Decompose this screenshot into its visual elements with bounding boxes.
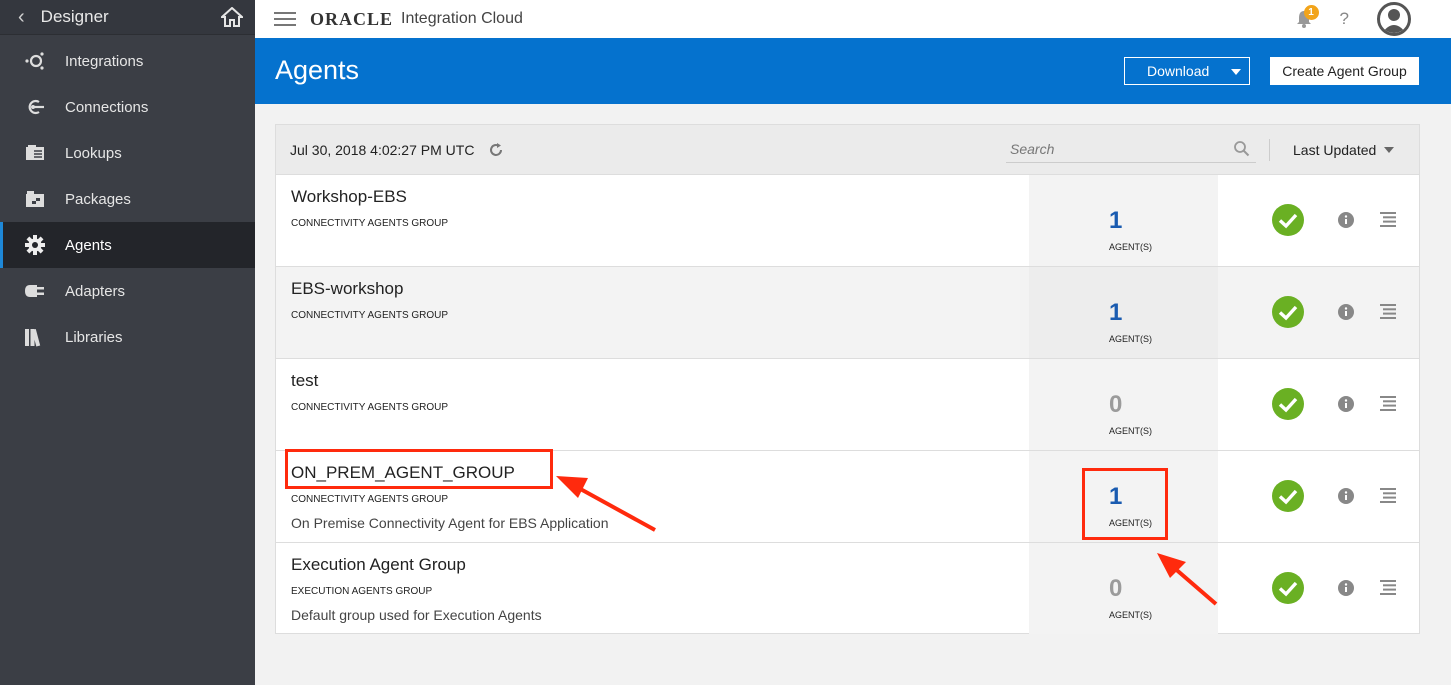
integrations-icon [24, 50, 46, 72]
lookups-icon [24, 142, 46, 164]
list-toolbar: Jul 30, 2018 4:02:27 PM UTC Last Updated [276, 125, 1419, 175]
agent-count-label: AGENT(S) [1109, 610, 1153, 620]
sort-dropdown[interactable]: Last Updated [1293, 142, 1395, 158]
chevron-down-icon [1384, 147, 1395, 153]
status-ok-icon [1272, 388, 1304, 420]
agent-count-cell: 0 AGENT(S) [1029, 359, 1218, 450]
connections-icon [24, 96, 46, 118]
agent-group-type: CONNECTIVITY AGENTS GROUP [291, 310, 449, 321]
sidebar-item-packages[interactable]: Packages [0, 176, 255, 222]
agent-count[interactable]: 1 [1109, 299, 1122, 327]
search-field [1006, 137, 1256, 163]
actions-menu-icon[interactable] [1380, 304, 1396, 319]
search-icon[interactable] [1233, 140, 1250, 157]
agent-group-name[interactable]: Execution Agent Group [291, 555, 466, 575]
actions-menu-icon[interactable] [1380, 488, 1396, 503]
hamburger-menu-icon[interactable] [274, 8, 296, 30]
sidebar-item-connections[interactable]: Connections [0, 84, 255, 130]
actions-menu-icon[interactable] [1380, 580, 1396, 595]
sort-label: Last Updated [1293, 142, 1377, 158]
agent-count-cell: 1 AGENT(S) [1029, 175, 1218, 266]
plug-icon [24, 280, 46, 302]
sidebar-title: Designer [40, 7, 109, 26]
home-icon[interactable] [221, 7, 243, 27]
notification-badge: 1 [1303, 5, 1319, 20]
refresh-icon[interactable] [488, 142, 504, 158]
sidebar-item-lookups[interactable]: Lookups [0, 130, 255, 176]
avatar[interactable] [1377, 2, 1411, 36]
sidebar-header: ‹ Designer [0, 0, 255, 35]
libraries-icon [24, 326, 46, 348]
agent-group-type: CONNECTIVITY AGENTS GROUP [291, 402, 449, 413]
agent-count-label: AGENT(S) [1109, 334, 1153, 344]
page-title: Agents [275, 55, 360, 85]
agent-group-row[interactable]: Execution Agent Group EXECUTION AGENTS G… [276, 543, 1419, 635]
product-name: Integration Cloud [401, 10, 523, 27]
sidebar-item-adapters[interactable]: Adapters [0, 268, 255, 314]
agent-count-cell: 0 AGENT(S) [1029, 543, 1218, 634]
agent-groups-panel: Jul 30, 2018 4:02:27 PM UTC Last Updated… [275, 124, 1420, 634]
sidebar-item-libraries[interactable]: Libraries [0, 314, 255, 360]
agent-group-row[interactable]: EBS-workshop CONNECTIVITY AGENTS GROUP 1… [276, 267, 1419, 359]
packages-icon [24, 188, 46, 210]
brand: ORACLE Integration Cloud [310, 9, 523, 30]
status-ok-icon [1272, 480, 1304, 512]
agent-count[interactable]: 1 [1109, 207, 1122, 235]
chevron-left-icon[interactable]: ‹ [18, 6, 25, 29]
download-button[interactable]: Download [1124, 57, 1250, 85]
toolbar-divider [1269, 139, 1270, 161]
agent-group-name[interactable]: Workshop-EBS [291, 187, 407, 207]
sidebar-item-label: Agents [65, 236, 112, 254]
info-icon[interactable] [1338, 488, 1354, 504]
status-ok-icon [1272, 296, 1304, 328]
info-icon[interactable] [1338, 396, 1354, 412]
sidebar-item-label: Integrations [65, 52, 144, 70]
agent-group-name[interactable]: test [291, 371, 318, 391]
page-header: Agents Download Create Agent Group [255, 38, 1451, 104]
sidebar-item-label: Adapters [65, 282, 126, 300]
sidebar-item-label: Lookups [65, 144, 122, 162]
status-ok-icon [1272, 572, 1304, 604]
agent-group-description: Default group used for Execution Agents [291, 607, 542, 623]
download-label: Download [1147, 63, 1210, 79]
agent-group-row[interactable]: test CONNECTIVITY AGENTS GROUP 0 AGENT(S… [276, 359, 1419, 451]
actions-menu-icon[interactable] [1380, 212, 1396, 227]
annotation-highlight-box [1082, 468, 1168, 540]
sidebar: ‹ Designer Integrations Connections Look… [0, 0, 255, 685]
gear-icon [24, 234, 46, 256]
agent-group-name[interactable]: EBS-workshop [291, 279, 403, 299]
sidebar-item-label: Libraries [65, 328, 123, 346]
info-icon[interactable] [1338, 304, 1354, 320]
sidebar-item-label: Packages [65, 190, 131, 208]
notifications-button[interactable]: 1 [1294, 5, 1319, 29]
sidebar-item-agents[interactable]: Agents [0, 222, 255, 268]
agent-group-type: CONNECTIVITY AGENTS GROUP [291, 218, 449, 229]
agent-count[interactable]: 0 [1109, 575, 1122, 603]
agent-count-cell: 1 AGENT(S) [1029, 267, 1218, 358]
oracle-logo: ORACLE [310, 8, 394, 29]
sidebar-item-integrations[interactable]: Integrations [0, 38, 255, 84]
agent-count-label: AGENT(S) [1109, 426, 1153, 436]
status-ok-icon [1272, 204, 1304, 236]
agent-group-type: CONNECTIVITY AGENTS GROUP [291, 494, 449, 505]
search-input[interactable] [1006, 137, 1226, 161]
last-refreshed-timestamp: Jul 30, 2018 4:02:27 PM UTC [290, 142, 475, 158]
info-icon[interactable] [1338, 212, 1354, 228]
agent-group-description: On Premise Connectivity Agent for EBS Ap… [291, 515, 609, 531]
create-agent-group-button[interactable]: Create Agent Group [1270, 57, 1419, 85]
agent-group-row[interactable]: Workshop-EBS CONNECTIVITY AGENTS GROUP 1… [276, 175, 1419, 267]
help-icon[interactable]: ? [1340, 9, 1349, 29]
actions-menu-icon[interactable] [1380, 396, 1396, 411]
agent-group-type: EXECUTION AGENTS GROUP [291, 586, 433, 597]
agent-count-label: AGENT(S) [1109, 242, 1153, 252]
agent-count[interactable]: 0 [1109, 391, 1122, 419]
info-icon[interactable] [1338, 580, 1354, 596]
user-icon [1382, 9, 1406, 33]
annotation-highlight-box [285, 449, 553, 489]
chevron-down-icon [1231, 69, 1241, 75]
top-bar: ORACLE Integration Cloud 1 ? [255, 0, 1451, 38]
sidebar-item-label: Connections [65, 98, 149, 116]
